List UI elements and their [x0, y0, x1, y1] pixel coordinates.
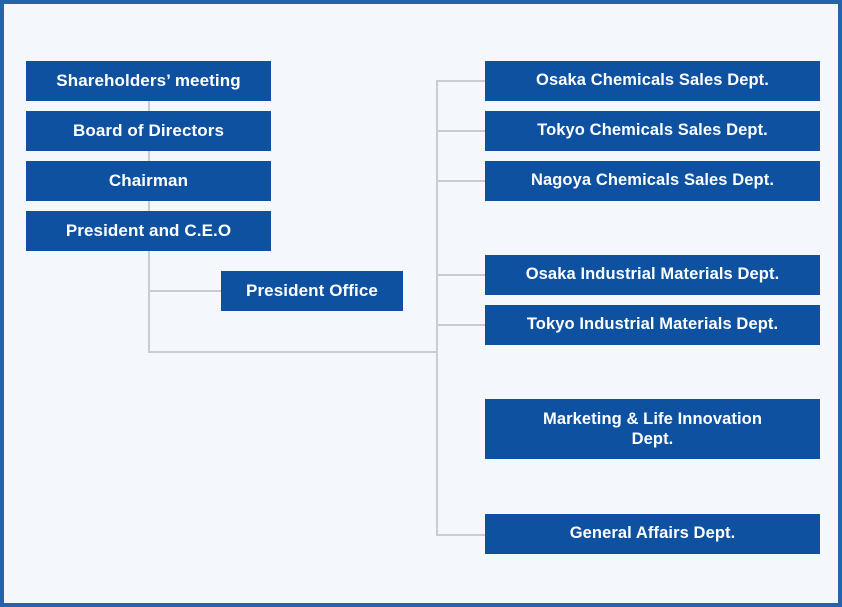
connector-stub-tokyo-chemicals [436, 130, 487, 132]
node-nagoya-chemicals-sales-dept[interactable]: Nagoya Chemicals Sales Dept. [485, 161, 820, 201]
node-tokyo-chemicals-sales-dept[interactable]: Tokyo Chemicals Sales Dept. [485, 111, 820, 151]
connector-president-to-president-office [148, 290, 223, 292]
node-president-and-ceo[interactable]: President and C.E.O [26, 211, 271, 251]
node-marketing-life-innovation-dept-label: Marketing & Life Innovation Dept. [542, 409, 763, 448]
node-osaka-industrial-materials-dept-label: Osaka Industrial Materials Dept. [525, 265, 780, 284]
org-chart-page: Shareholders’ meeting Board of Directors… [0, 0, 842, 607]
org-chart-canvas: Shareholders’ meeting Board of Directors… [4, 4, 838, 603]
connector-chairman-to-president [148, 201, 150, 211]
node-board-of-directors-label: Board of Directors [72, 120, 225, 140]
node-marketing-life-innovation-dept[interactable]: Marketing & Life Innovation Dept. [485, 399, 820, 459]
node-shareholders-meeting-label: Shareholders’ meeting [56, 70, 241, 90]
node-board-of-directors[interactable]: Board of Directors [26, 111, 271, 151]
node-tokyo-chemicals-sales-dept-label: Tokyo Chemicals Sales Dept. [537, 121, 768, 140]
node-nagoya-chemicals-sales-dept-label: Nagoya Chemicals Sales Dept. [530, 171, 775, 190]
node-tokyo-industrial-materials-dept[interactable]: Tokyo Industrial Materials Dept. [485, 305, 820, 345]
node-president-office-label: President Office [246, 280, 378, 300]
node-president-and-ceo-label: President and C.E.O [65, 220, 232, 240]
connector-stub-tokyo-industrial [436, 324, 487, 326]
connector-departments-trunk [436, 81, 438, 536]
connector-stub-general-affairs [436, 534, 487, 536]
node-osaka-chemicals-sales-dept[interactable]: Osaka Chemicals Sales Dept. [485, 61, 820, 101]
node-president-office[interactable]: President Office [221, 271, 403, 311]
connector-stub-osaka-industrial [436, 274, 487, 276]
node-general-affairs-dept-label: General Affairs Dept. [569, 524, 736, 543]
connector-president-trunk [148, 251, 150, 353]
node-osaka-chemicals-sales-dept-label: Osaka Chemicals Sales Dept. [536, 71, 769, 90]
node-shareholders-meeting[interactable]: Shareholders’ meeting [26, 61, 271, 101]
node-chairman-label: Chairman [108, 170, 189, 190]
node-general-affairs-dept[interactable]: General Affairs Dept. [485, 514, 820, 554]
connector-stub-osaka-chemicals [436, 80, 487, 82]
node-osaka-industrial-materials-dept[interactable]: Osaka Industrial Materials Dept. [485, 255, 820, 295]
connector-board-to-chairman [148, 151, 150, 161]
node-tokyo-industrial-materials-dept-label: Tokyo Industrial Materials Dept. [526, 315, 779, 334]
connector-shareholders-to-board [148, 101, 150, 111]
connector-stub-nagoya-chemicals [436, 180, 487, 182]
node-chairman[interactable]: Chairman [26, 161, 271, 201]
connector-president-to-departments-rail [148, 351, 438, 353]
